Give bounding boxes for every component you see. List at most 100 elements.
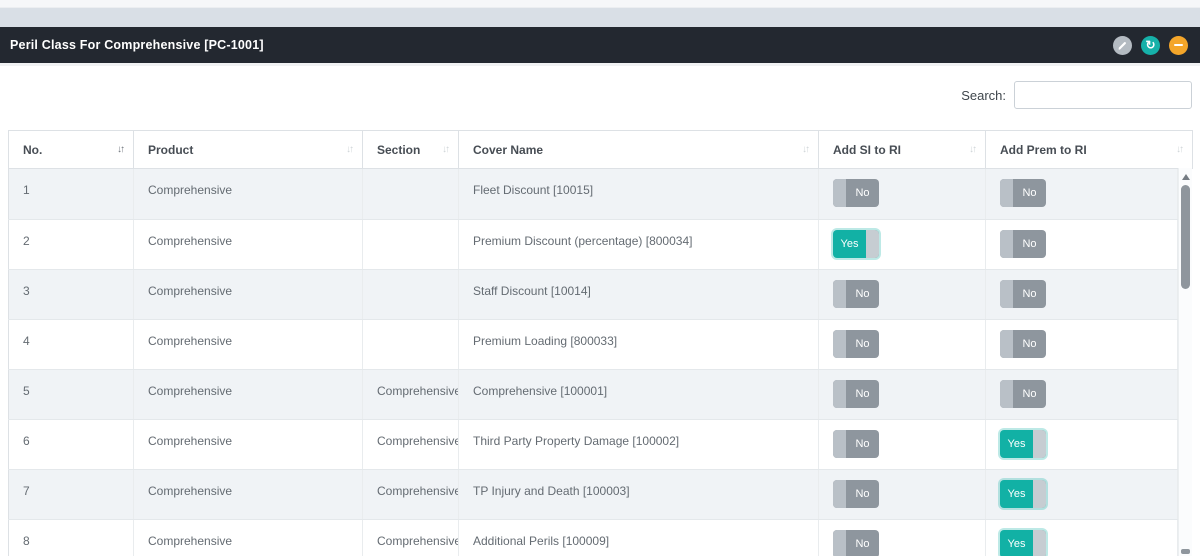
column-header-add-si-to-ri[interactable]: Add SI to RI ↓↑: [819, 131, 986, 169]
cell-section: Comprehensive: [363, 519, 459, 556]
toggle-add-si[interactable]: No: [833, 480, 879, 508]
scrollbar-up-arrow[interactable]: [1182, 174, 1190, 180]
cell-add-si: Yes: [819, 219, 986, 269]
cell-add-prem: No: [986, 269, 1178, 319]
cell-product: Comprehensive: [134, 369, 363, 419]
column-header-section[interactable]: Section ↓↑: [363, 131, 459, 169]
toggle-knob: [833, 330, 846, 358]
cell-cover-name: Additional Perils [100009]: [459, 519, 819, 556]
cell-section: Comprehensive: [363, 369, 459, 419]
toggle-add-si[interactable]: No: [833, 430, 879, 458]
page-top-band: [0, 8, 1200, 27]
toggle-add-prem[interactable]: Yes: [1000, 480, 1046, 508]
cell-product: Comprehensive: [134, 419, 363, 469]
cell-section: [363, 169, 459, 219]
toggle-knob: [833, 380, 846, 408]
cell-add-si: No: [819, 419, 986, 469]
cell-add-si: No: [819, 169, 986, 219]
panel-actions: ↻: [1104, 36, 1188, 55]
toggle-knob: [1033, 480, 1046, 508]
scrollbar-down-arrow[interactable]: [1181, 549, 1190, 554]
data-table: No. ↓↑ Product ↓↑ Section ↓↑ Cover Name …: [8, 130, 1192, 556]
vertical-scrollbar: [1178, 168, 1192, 556]
cell-cover-name: Premium Loading [800033]: [459, 319, 819, 369]
table-row: 1 Comprehensive Fleet Discount [10015] N…: [9, 169, 1178, 219]
sort-icon: ↓↑: [442, 144, 448, 155]
search-row: Search:: [8, 80, 1192, 110]
cell-add-prem: Yes: [986, 419, 1178, 469]
column-header-add-prem-to-ri[interactable]: Add Prem to RI ↓↑: [986, 131, 1193, 169]
page-title: Peril Class For Comprehensive [PC-1001]: [10, 38, 264, 52]
toggle-add-prem[interactable]: No: [1000, 230, 1046, 258]
cell-cover-name: Fleet Discount [10015]: [459, 169, 819, 219]
cell-no: 8: [9, 519, 134, 556]
table-row: 2 Comprehensive Premium Discount (percen…: [9, 219, 1178, 269]
cell-add-prem: No: [986, 319, 1178, 369]
refresh-icon: ↻: [1145, 39, 1155, 51]
toggle-add-si[interactable]: No: [833, 380, 879, 408]
cell-add-si: No: [819, 269, 986, 319]
edit-button[interactable]: [1113, 36, 1132, 55]
cell-product: Comprehensive: [134, 319, 363, 369]
cell-cover-name: Premium Discount (percentage) [800034]: [459, 219, 819, 269]
cell-add-si: No: [819, 469, 986, 519]
cell-product: Comprehensive: [134, 169, 363, 219]
cell-cover-name: TP Injury and Death [100003]: [459, 469, 819, 519]
table-row: 7 Comprehensive Comprehensive TP Injury …: [9, 469, 1178, 519]
toggle-add-prem[interactable]: Yes: [1000, 530, 1046, 556]
toggle-add-prem[interactable]: No: [1000, 280, 1046, 308]
table-header: No. ↓↑ Product ↓↑ Section ↓↑ Cover Name …: [8, 130, 1193, 169]
column-header-product[interactable]: Product ↓↑: [134, 131, 363, 169]
cell-add-si: No: [819, 369, 986, 419]
cell-no: 5: [9, 369, 134, 419]
cell-section: [363, 269, 459, 319]
table-row: 4 Comprehensive Premium Loading [800033]…: [9, 319, 1178, 369]
cell-add-prem: Yes: [986, 519, 1178, 556]
toggle-knob: [833, 430, 846, 458]
column-header-cover-name[interactable]: Cover Name ↓↑: [459, 131, 819, 169]
browser-top-strip: [0, 0, 1200, 8]
sort-icon: ↓↑: [802, 144, 808, 155]
toggle-add-si[interactable]: Yes: [833, 230, 879, 258]
table-row: 6 Comprehensive Comprehensive Third Part…: [9, 419, 1178, 469]
sort-icon: ↓↑: [1176, 144, 1182, 155]
toggle-knob: [1033, 530, 1046, 556]
toggle-knob: [1000, 280, 1013, 308]
cell-section: Comprehensive: [363, 469, 459, 519]
cell-add-prem: No: [986, 219, 1178, 269]
scrollbar-thumb[interactable]: [1181, 185, 1190, 289]
toggle-knob: [1000, 380, 1013, 408]
cell-no: 4: [9, 319, 134, 369]
toggle-add-si[interactable]: No: [833, 280, 879, 308]
toggle-add-si[interactable]: No: [833, 330, 879, 358]
cell-product: Comprehensive: [134, 219, 363, 269]
minus-icon: [1174, 44, 1183, 47]
toggle-add-si[interactable]: No: [833, 179, 879, 207]
minimize-button[interactable]: [1169, 36, 1188, 55]
cell-no: 2: [9, 219, 134, 269]
cell-cover-name: Comprehensive [100001]: [459, 369, 819, 419]
cell-section: [363, 219, 459, 269]
toggle-add-prem[interactable]: No: [1000, 179, 1046, 207]
toggle-add-prem[interactable]: Yes: [1000, 430, 1046, 458]
toggle-knob: [866, 230, 879, 258]
search-input[interactable]: [1014, 81, 1192, 109]
toggle-add-prem[interactable]: No: [1000, 380, 1046, 408]
cell-add-si: No: [819, 519, 986, 556]
panel-header: Peril Class For Comprehensive [PC-1001] …: [0, 27, 1200, 63]
toggle-add-si[interactable]: No: [833, 530, 879, 556]
cell-add-prem: No: [986, 369, 1178, 419]
toggle-knob: [1000, 330, 1013, 358]
refresh-button[interactable]: ↻: [1141, 36, 1160, 55]
search-label: Search:: [961, 88, 1006, 103]
toggle-add-prem[interactable]: No: [1000, 330, 1046, 358]
table-header-row: No. ↓↑ Product ↓↑ Section ↓↑ Cover Name …: [9, 131, 1193, 169]
column-header-no[interactable]: No. ↓↑: [9, 131, 134, 169]
sort-icon: ↓↑: [969, 144, 975, 155]
cell-cover-name: Staff Discount [10014]: [459, 269, 819, 319]
cell-no: 6: [9, 419, 134, 469]
cell-no: 3: [9, 269, 134, 319]
table-row: 5 Comprehensive Comprehensive Comprehens…: [9, 369, 1178, 419]
table-row: 8 Comprehensive Comprehensive Additional…: [9, 519, 1178, 556]
cell-product: Comprehensive: [134, 269, 363, 319]
